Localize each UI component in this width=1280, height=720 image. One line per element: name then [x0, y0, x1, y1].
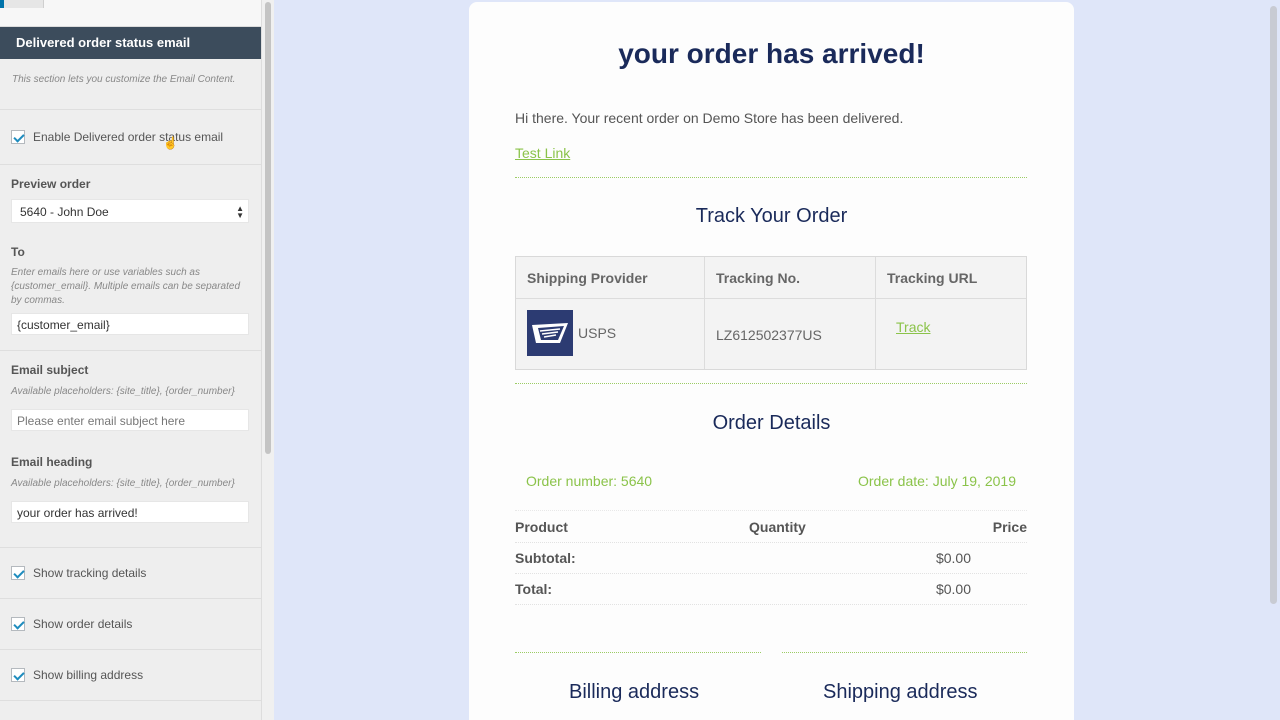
order-date: Order date: July 19, 2019	[858, 473, 1016, 489]
header-shipping-provider: Shipping Provider	[516, 257, 705, 299]
billing-address-title: Billing address	[569, 681, 700, 703]
select-arrows-icon: ▲ ▼	[236, 204, 244, 220]
shipping-address-title: Shipping address	[823, 681, 978, 703]
tracking-url-cell: Track	[876, 299, 1026, 369]
customizer-sidebar: Delivered order status email This sectio…	[0, 0, 262, 720]
preview-order-select[interactable]: 5640 - John Doe ▲ ▼	[11, 199, 249, 223]
preview-order-field: Preview order 5640 - John Doe ▲ ▼	[0, 165, 261, 245]
section-description: This section lets you customize the Emai…	[12, 74, 236, 85]
sidebar-topbar	[0, 0, 261, 27]
divider	[515, 177, 1027, 178]
subtotal-label: Subtotal:	[515, 550, 576, 566]
tracking-table: Shipping Provider Tracking No. Tracking …	[515, 256, 1027, 370]
test-link[interactable]: Test Link	[515, 145, 570, 161]
header-price: Price	[992, 519, 1027, 535]
preview-scroll-thumb[interactable]	[1270, 6, 1277, 604]
to-input[interactable]: {customer_email}	[11, 313, 249, 335]
tracking-no-cell: LZ612502377US	[705, 299, 876, 369]
email-heading: your order has arrived!	[618, 38, 925, 69]
to-field: To Enter emails here or use variables su…	[0, 245, 261, 350]
tracking-number: LZ612502377US	[716, 327, 822, 343]
email-subject-field: Email subject Available placeholders: {s…	[0, 351, 261, 455]
enable-email-label: Enable Delivered order status email	[33, 130, 224, 144]
enable-email-checkbox[interactable]	[11, 130, 25, 144]
show-billing-checkbox[interactable]	[11, 668, 25, 682]
section-title: Delivered order status email	[0, 27, 261, 59]
show-order-details-toggle[interactable]: Show order details	[0, 599, 261, 649]
header-product: Product	[515, 519, 568, 535]
show-billing-toggle[interactable]: Show billing address	[0, 650, 261, 700]
sidebar-scrollbar[interactable]	[262, 0, 274, 720]
total-label: Total:	[515, 581, 553, 597]
subtotal-value: $0.00	[935, 550, 971, 566]
email-heading-field: Email heading Available placeholders: {s…	[0, 455, 261, 547]
email-heading-description: Available placeholders: {site_title}, {o…	[11, 478, 235, 489]
email-heading-input[interactable]: your order has arrived!	[11, 501, 249, 523]
sidebar-scroll-thumb[interactable]	[265, 2, 271, 454]
provider-name: USPS	[578, 325, 617, 341]
email-intro-text: Hi there. Your recent order on Demo Stor…	[515, 110, 904, 126]
show-tracking-checkbox[interactable]	[11, 566, 25, 580]
order-table-header: Product Quantity Price	[515, 512, 1027, 543]
usps-eagle-logo	[527, 310, 573, 356]
preview-order-value: 5640 - John Doe	[20, 205, 109, 219]
tracking-table-header: Shipping Provider Tracking No. Tracking …	[516, 257, 1026, 299]
header-tracking-url: Tracking URL	[876, 257, 1026, 299]
preview-order-label: Preview order	[11, 177, 91, 191]
enable-email-toggle[interactable]: Enable Delivered order status email	[0, 110, 261, 164]
show-billing-label: Show billing address	[33, 668, 144, 682]
table-row: USPS LZ612502377US Track	[516, 299, 1026, 369]
provider-cell: USPS	[516, 299, 705, 369]
email-preview: your order has arrived! Hi there. Your r…	[469, 2, 1074, 720]
show-order-details-label: Show order details	[33, 617, 133, 631]
divider	[782, 652, 1027, 653]
subtotal-row: Subtotal: $0.00	[515, 543, 1027, 574]
order-number: Order number: 5640	[526, 473, 653, 489]
track-link[interactable]: Track	[896, 319, 930, 335]
total-row: Total: $0.00	[515, 574, 1027, 605]
to-label: To	[11, 245, 25, 259]
show-tracking-toggle[interactable]: Show tracking details	[0, 548, 261, 598]
header-quantity: Quantity	[749, 519, 806, 535]
order-details-title: Order Details	[712, 412, 831, 434]
hand-cursor-icon: ☝	[163, 136, 178, 150]
email-heading-label: Email heading	[11, 455, 93, 469]
to-description: Enter emails here or use variables such …	[11, 267, 241, 306]
divider	[515, 510, 1027, 511]
divider	[515, 652, 761, 653]
total-value: $0.00	[935, 581, 971, 597]
email-subject-label: Email subject	[11, 363, 89, 377]
header-tracking-no: Tracking No.	[705, 257, 876, 299]
email-subject-description: Available placeholders: {site_title}, {o…	[11, 386, 235, 397]
show-tracking-label: Show tracking details	[33, 566, 147, 580]
track-order-title: Track Your Order	[695, 205, 848, 227]
back-button[interactable]	[0, 0, 44, 8]
divider	[515, 383, 1027, 384]
show-order-details-checkbox[interactable]	[11, 617, 25, 631]
email-subject-input[interactable]: Please enter email subject here	[11, 409, 249, 431]
